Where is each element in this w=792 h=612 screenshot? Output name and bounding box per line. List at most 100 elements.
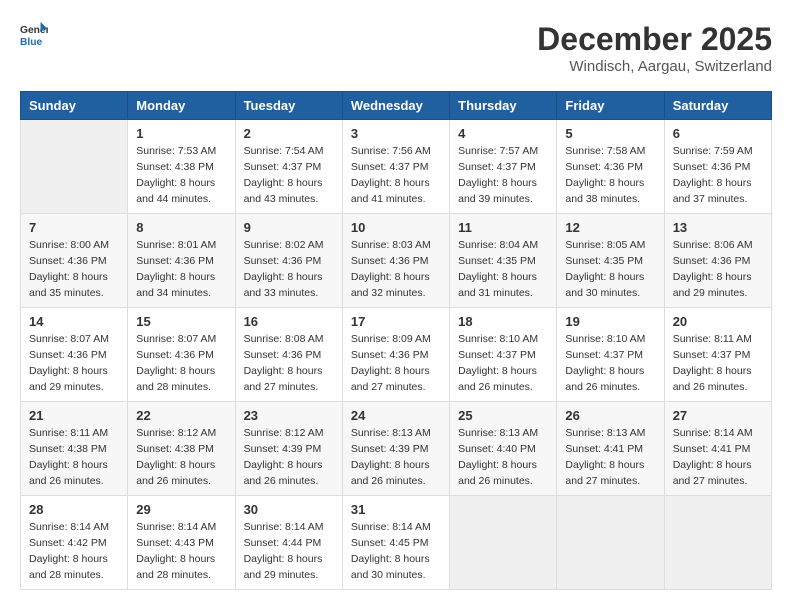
cell-content: Sunrise: 8:12 AMSunset: 4:38 PMDaylight:… (136, 426, 226, 489)
calendar-cell: 4 Sunrise: 7:57 AMSunset: 4:37 PMDaylight… (450, 120, 557, 214)
cell-content: Sunrise: 8:13 AMSunset: 4:39 PMDaylight:… (351, 426, 441, 489)
weekday-header-friday: Friday (557, 92, 664, 120)
day-number: 16 (244, 314, 334, 329)
cell-content: Sunrise: 7:56 AMSunset: 4:37 PMDaylight:… (351, 144, 441, 207)
cell-content: Sunrise: 8:12 AMSunset: 4:39 PMDaylight:… (244, 426, 334, 489)
day-number: 21 (29, 408, 119, 423)
day-number: 6 (673, 126, 763, 141)
day-number: 3 (351, 126, 441, 141)
day-number: 27 (673, 408, 763, 423)
calendar-cell: 17 Sunrise: 8:09 AMSunset: 4:36 PMDayligh… (342, 308, 449, 402)
cell-content: Sunrise: 8:14 AMSunset: 4:42 PMDaylight:… (29, 520, 119, 583)
day-number: 7 (29, 220, 119, 235)
logo: General Blue (20, 20, 48, 48)
calendar-cell: 16 Sunrise: 8:08 AMSunset: 4:36 PMDayligh… (235, 308, 342, 402)
calendar-cell: 1Sunrise: 7:53 AMSunset: 4:38 PMDaylight… (128, 120, 235, 214)
weekday-header-wednesday: Wednesday (342, 92, 449, 120)
cell-content: Sunrise: 8:04 AMSunset: 4:35 PMDaylight:… (458, 238, 548, 301)
calendar-cell: 24 Sunrise: 8:13 AMSunset: 4:39 PMDayligh… (342, 402, 449, 496)
calendar-cell: 5Sunrise: 7:58 AMSunset: 4:36 PMDaylight… (557, 120, 664, 214)
calendar-cell: 31 Sunrise: 8:14 AMSunset: 4:45 PMDayligh… (342, 496, 449, 590)
calendar-cell (664, 496, 771, 590)
week-row-1: 1Sunrise: 7:53 AMSunset: 4:38 PMDaylight… (21, 120, 772, 214)
day-number: 25 (458, 408, 548, 423)
calendar-cell: 11 Sunrise: 8:04 AMSunset: 4:35 PMDayligh… (450, 214, 557, 308)
calendar-cell: 21Sunrise: 8:11 AMSunset: 4:38 PMDayligh… (21, 402, 128, 496)
header: General Blue December 2025 Windisch, Aar… (20, 20, 772, 75)
cell-content: Sunrise: 8:01 AMSunset: 4:36 PMDaylight:… (136, 238, 226, 301)
calendar-cell: 22 Sunrise: 8:12 AMSunset: 4:38 PMDayligh… (128, 402, 235, 496)
cell-content: Sunrise: 8:07 AMSunset: 4:36 PMDaylight:… (29, 332, 119, 395)
day-number: 29 (136, 502, 226, 517)
calendar-cell: 20 Sunrise: 8:11 AMSunset: 4:37 PMDayligh… (664, 308, 771, 402)
day-number: 19 (565, 314, 655, 329)
weekday-header-monday: Monday (128, 92, 235, 120)
weekday-header-sunday: Sunday (21, 92, 128, 120)
calendar-cell (450, 496, 557, 590)
calendar-cell: 13 Sunrise: 8:06 AMSunset: 4:36 PMDayligh… (664, 214, 771, 308)
calendar-cell: 2Sunrise: 7:54 AMSunset: 4:37 PMDaylight… (235, 120, 342, 214)
cell-content: Sunrise: 8:14 AMSunset: 4:41 PMDaylight:… (673, 426, 763, 489)
calendar-cell: 8 Sunrise: 8:01 AMSunset: 4:36 PMDaylight… (128, 214, 235, 308)
day-number: 17 (351, 314, 441, 329)
cell-content: Sunrise: 8:03 AMSunset: 4:36 PMDaylight:… (351, 238, 441, 301)
cell-content: Sunrise: 8:06 AMSunset: 4:36 PMDaylight:… (673, 238, 763, 301)
day-number: 20 (673, 314, 763, 329)
day-number: 8 (136, 220, 226, 235)
day-number: 14 (29, 314, 119, 329)
week-row-2: 7 Sunrise: 8:00 AMSunset: 4:36 PMDaylight… (21, 214, 772, 308)
cell-content: Sunrise: 8:02 AMSunset: 4:36 PMDaylight:… (244, 238, 334, 301)
calendar-cell: 7 Sunrise: 8:00 AMSunset: 4:36 PMDaylight… (21, 214, 128, 308)
day-number: 9 (244, 220, 334, 235)
day-number: 12 (565, 220, 655, 235)
cell-content: Sunrise: 7:57 AMSunset: 4:37 PMDaylight:… (458, 144, 548, 207)
svg-text:Blue: Blue (20, 37, 43, 48)
day-number: 22 (136, 408, 226, 423)
week-row-5: 28 Sunrise: 8:14 AMSunset: 4:42 PMDayligh… (21, 496, 772, 590)
calendar-cell: 18 Sunrise: 8:10 AMSunset: 4:37 PMDayligh… (450, 308, 557, 402)
cell-content: Sunrise: 8:11 AMSunset: 4:37 PMDaylight:… (673, 332, 763, 395)
calendar-cell: 28 Sunrise: 8:14 AMSunset: 4:42 PMDayligh… (21, 496, 128, 590)
day-number: 23 (244, 408, 334, 423)
calendar-cell: 9 Sunrise: 8:02 AMSunset: 4:36 PMDaylight… (235, 214, 342, 308)
calendar-cell: 25 Sunrise: 8:13 AMSunset: 4:40 PMDayligh… (450, 402, 557, 496)
day-number: 24 (351, 408, 441, 423)
cell-content: Sunrise: 8:13 AMSunset: 4:40 PMDaylight:… (458, 426, 548, 489)
week-row-3: 14 Sunrise: 8:07 AMSunset: 4:36 PMDayligh… (21, 308, 772, 402)
cell-content: Sunrise: 8:00 AMSunset: 4:36 PMDaylight:… (29, 238, 119, 301)
day-number: 18 (458, 314, 548, 329)
calendar-cell (21, 120, 128, 214)
day-number: 10 (351, 220, 441, 235)
calendar-cell: 27 Sunrise: 8:14 AMSunset: 4:41 PMDayligh… (664, 402, 771, 496)
cell-content: Sunrise: 8:09 AMSunset: 4:36 PMDaylight:… (351, 332, 441, 395)
cell-content: Sunrise: 7:54 AMSunset: 4:37 PMDaylight:… (244, 144, 334, 207)
cell-content: Sunrise: 8:13 AMSunset: 4:41 PMDaylight:… (565, 426, 655, 489)
location-title: Windisch, Aargau, Switzerland (537, 58, 772, 75)
cell-content: Sunrise: 8:14 AMSunset: 4:45 PMDaylight:… (351, 520, 441, 583)
day-number: 26 (565, 408, 655, 423)
day-number: 30 (244, 502, 334, 517)
calendar-cell: 26 Sunrise: 8:13 AMSunset: 4:41 PMDayligh… (557, 402, 664, 496)
day-number: 4 (458, 126, 548, 141)
day-number: 11 (458, 220, 548, 235)
month-title: December 2025 (537, 20, 772, 58)
weekday-header-tuesday: Tuesday (235, 92, 342, 120)
logo-icon: General Blue (20, 20, 48, 48)
day-number: 15 (136, 314, 226, 329)
day-number: 28 (29, 502, 119, 517)
calendar-cell (557, 496, 664, 590)
cell-content: Sunrise: 8:10 AMSunset: 4:37 PMDaylight:… (458, 332, 548, 395)
cell-content: Sunrise: 7:53 AMSunset: 4:38 PMDaylight:… (136, 144, 226, 207)
day-number: 31 (351, 502, 441, 517)
cell-content: Sunrise: 8:14 AMSunset: 4:43 PMDaylight:… (136, 520, 226, 583)
calendar-cell: 12 Sunrise: 8:05 AMSunset: 4:35 PMDayligh… (557, 214, 664, 308)
weekday-header-row: SundayMondayTuesdayWednesdayThursdayFrid… (21, 92, 772, 120)
calendar-cell: 30Sunrise: 8:14 AMSunset: 4:44 PMDayligh… (235, 496, 342, 590)
cell-content: Sunrise: 8:05 AMSunset: 4:35 PMDaylight:… (565, 238, 655, 301)
calendar-cell: 19Sunrise: 8:10 AMSunset: 4:37 PMDayligh… (557, 308, 664, 402)
cell-content: Sunrise: 8:08 AMSunset: 4:36 PMDaylight:… (244, 332, 334, 395)
day-number: 13 (673, 220, 763, 235)
week-row-4: 21Sunrise: 8:11 AMSunset: 4:38 PMDayligh… (21, 402, 772, 496)
cell-content: Sunrise: 7:58 AMSunset: 4:36 PMDaylight:… (565, 144, 655, 207)
weekday-header-thursday: Thursday (450, 92, 557, 120)
